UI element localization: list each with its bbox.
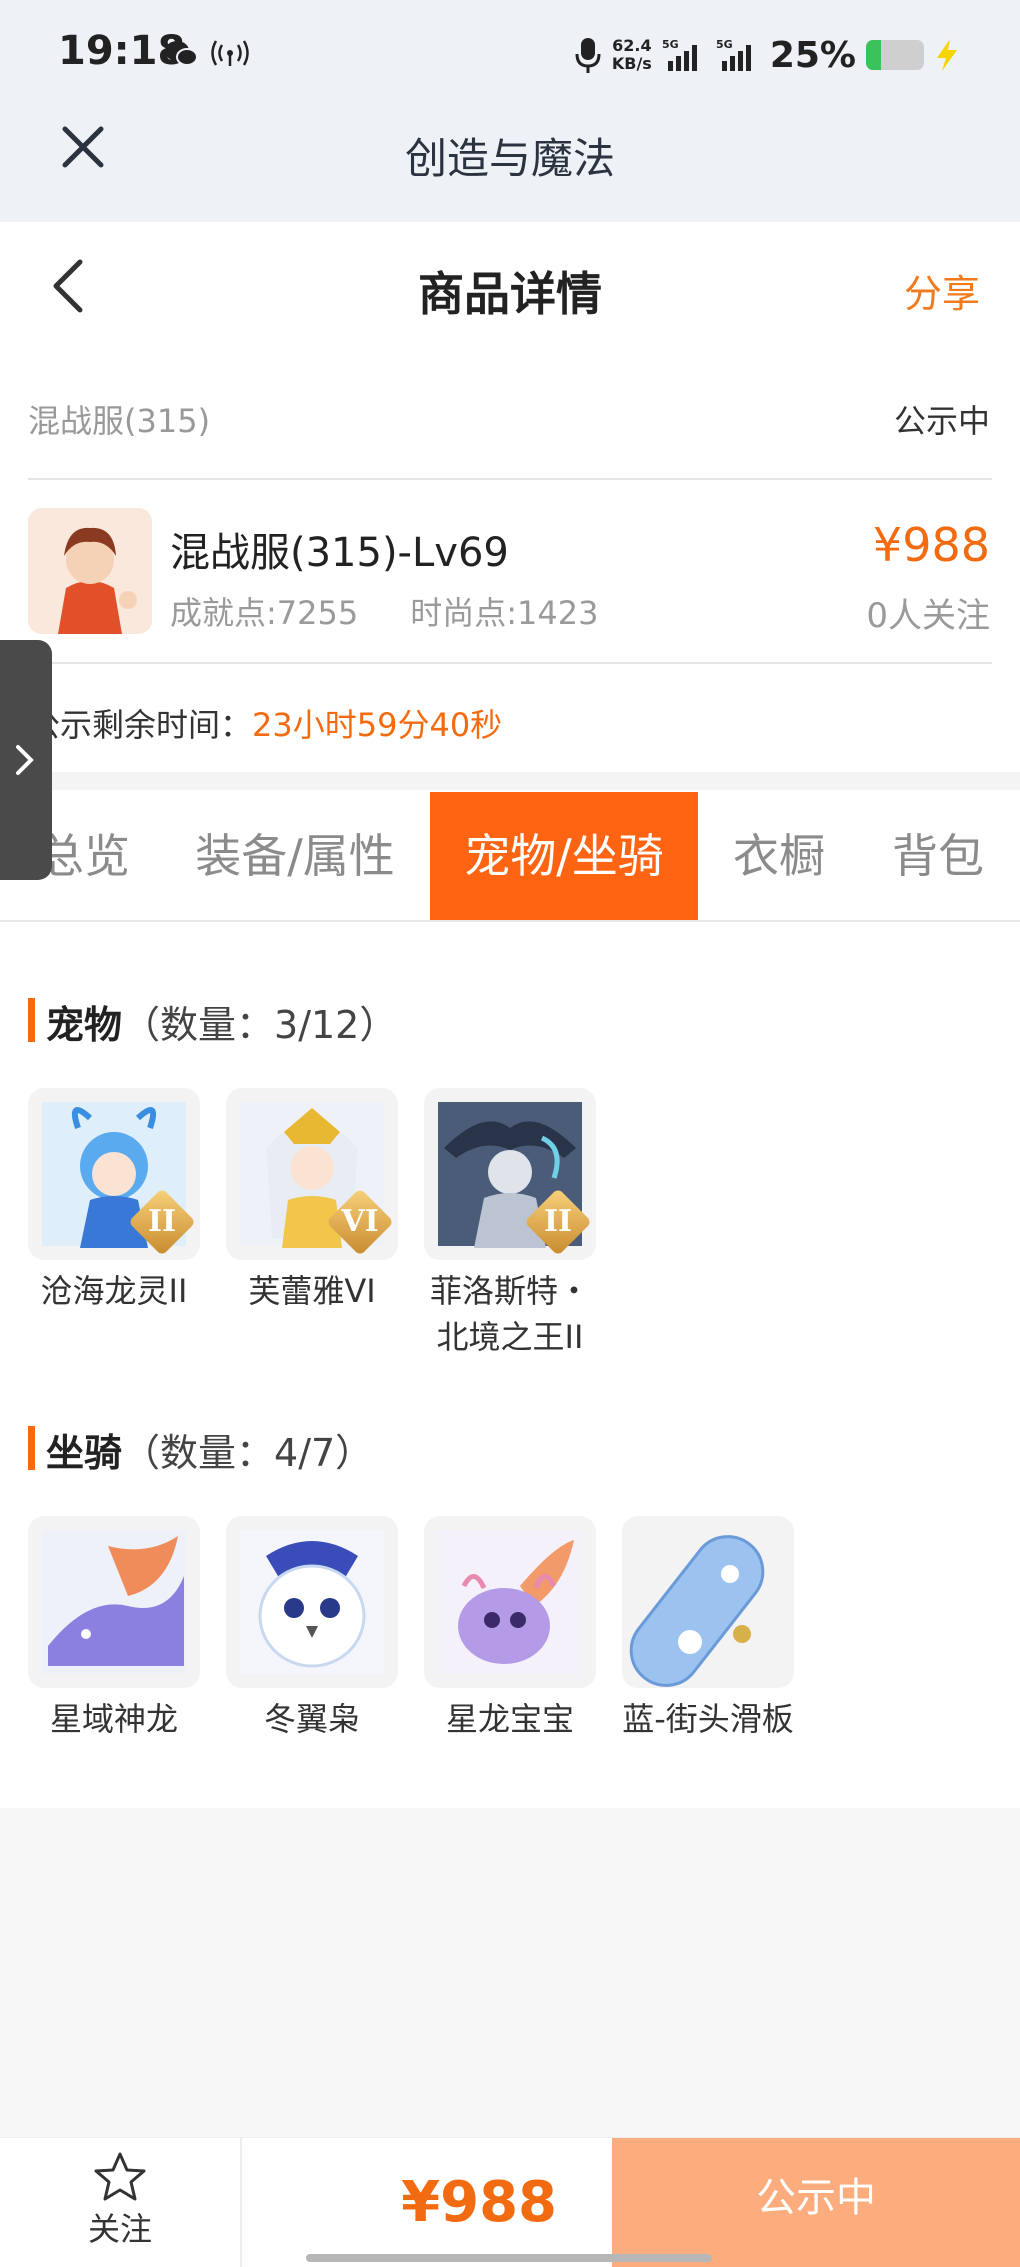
mount-name: 冬翼枭 (263, 1700, 360, 1738)
tabs-divider (0, 920, 1020, 922)
divider (28, 662, 992, 664)
tier-badge-text: VI (341, 1204, 379, 1239)
page-title: 商品详情 (418, 267, 602, 321)
remaining-time: 公示剩余时间：23小时59分40秒 (28, 700, 502, 746)
pets-title: 宠物 (46, 1003, 123, 1047)
mount-item[interactable]: 蓝-街头滑板 (622, 1516, 794, 1742)
mount-name: 星龙宝宝 (445, 1700, 574, 1738)
pet-thumbnail: II (28, 1088, 200, 1260)
pet-item[interactable]: II 沧海龙灵II (28, 1088, 200, 1314)
section-marker (28, 1426, 35, 1470)
pets-section-title: 宠物（数量：3/12） (46, 994, 397, 1049)
side-drawer-handle[interactable] (0, 640, 52, 880)
net-speed: 62.4 KB/s (612, 37, 652, 73)
bottom-action-bar: 关注 ¥988 公示中 (0, 2137, 1020, 2267)
mounts-title: 坐骑 (46, 1431, 123, 1475)
charging-icon (937, 39, 957, 71)
remaining-time-label: 公示剩余时间： (28, 706, 253, 744)
listing-status: 公示中 (893, 402, 990, 440)
net-speed-unit: KB/s (611, 54, 652, 73)
tier-badge-text: II (147, 1204, 177, 1239)
tab-wardrobe[interactable]: 衣橱 (712, 792, 846, 920)
mount-thumbnail (424, 1516, 596, 1688)
pet-item[interactable]: II 菲洛斯特・北境之王II (424, 1088, 596, 1360)
follower-count: 0人关注 (866, 596, 990, 636)
mounts-count: （数量：4/7） (122, 1431, 374, 1475)
wechat-icon (165, 41, 198, 66)
character-portrait-icon (28, 508, 152, 634)
tab-bar: 总览 装备/属性 宠物/坐骑 衣橱 背包 (0, 792, 1020, 920)
server-name: 混战服(315) (28, 402, 211, 440)
status-right: 62.4 KB/s 5G 5G 25% (574, 30, 960, 80)
mount-thumbnail (226, 1516, 398, 1688)
home-indicator[interactable] (306, 2254, 712, 2262)
pet-name: 沧海龙灵II (40, 1272, 188, 1310)
pets-count: （数量：3/12） (122, 1003, 398, 1047)
publicity-status-button[interactable]: 公示中 (612, 2138, 1020, 2267)
baby-star-dragon-icon (438, 1530, 582, 1674)
follow-label: 关注 (87, 2210, 152, 2248)
svg-text:5G: 5G (662, 38, 679, 51)
net-speed-value: 62.4 (612, 36, 652, 55)
character-avatar (28, 508, 152, 634)
mount-thumbnail (28, 1516, 200, 1688)
character-price: ¥988 (872, 518, 990, 572)
bottom-price: ¥988 (401, 2170, 557, 2235)
mount-item[interactable]: 星域神龙 (28, 1516, 200, 1742)
character-name: 混战服(315)-Lv69 (170, 530, 509, 576)
tab-pets-mounts[interactable]: 宠物/坐骑 (430, 792, 698, 920)
tab-backpack[interactable]: 背包 (868, 792, 1008, 920)
pet-item[interactable]: VI 芙蕾雅VI (226, 1088, 398, 1314)
mounts-section-title: 坐骑（数量：4/7） (46, 1422, 373, 1477)
star-dragon-icon (42, 1530, 186, 1674)
mount-item[interactable]: 星龙宝宝 (424, 1516, 596, 1742)
battery-percent: 25% (769, 34, 856, 76)
star-icon (94, 2152, 146, 2201)
tier-badge-text: II (543, 1204, 573, 1239)
divider (28, 478, 992, 480)
tab-equipment[interactable]: 装备/属性 (180, 792, 410, 920)
signal-icon-2: 5G (716, 38, 751, 71)
mount-thumbnail (622, 1516, 794, 1688)
character-stats: 成就点:7255 时尚点:1423 (170, 588, 650, 634)
pet-thumbnail: II (424, 1088, 596, 1260)
fashion-points: 时尚点:1423 (410, 594, 599, 632)
hotspot-icon (211, 40, 249, 66)
mount-name: 星域神龙 (49, 1700, 178, 1738)
remaining-time-value: 23小时59分40秒 (252, 706, 503, 744)
skateboard-icon (629, 1530, 780, 1687)
window-title: 创造与魔法 (404, 134, 615, 183)
microphone-icon (575, 38, 601, 73)
signal-icon: 5G (662, 38, 697, 71)
battery-icon (866, 40, 924, 70)
pet-name: 芙蕾雅VI (248, 1272, 376, 1310)
section-gap (0, 772, 1020, 790)
follow-button[interactable]: 关注 (0, 2138, 242, 2267)
chevron-right-icon (16, 745, 34, 775)
battery-fill (866, 40, 881, 70)
svg-text:5G: 5G (716, 38, 733, 51)
achievement-points: 成就点:7255 (170, 594, 359, 632)
share-button[interactable]: 分享 (904, 263, 980, 318)
winter-owl-icon (240, 1530, 384, 1674)
section-marker (28, 998, 35, 1042)
mount-name: 蓝-街头滑板 (622, 1700, 794, 1738)
pet-name: 菲洛斯特・北境之王II (429, 1272, 590, 1356)
pet-thumbnail: VI (226, 1088, 398, 1260)
mount-item[interactable]: 冬翼枭 (226, 1516, 398, 1742)
